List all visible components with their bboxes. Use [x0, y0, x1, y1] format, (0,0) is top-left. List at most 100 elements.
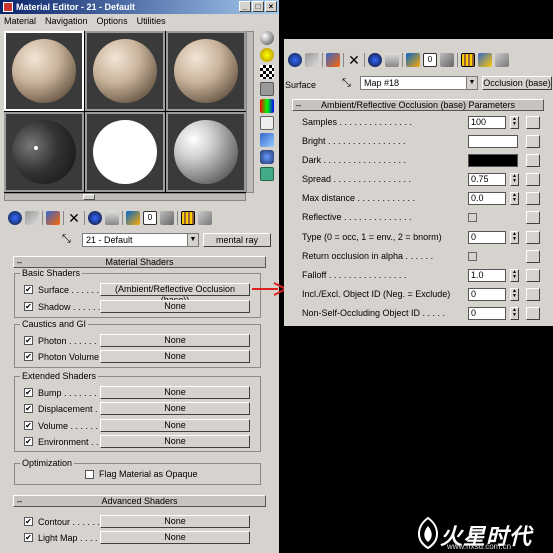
- go-to-parent-icon[interactable]: [461, 53, 475, 67]
- backlight-icon[interactable]: [260, 48, 274, 62]
- sample-slot[interactable]: [166, 31, 246, 111]
- put-to-library-icon[interactable]: [105, 211, 119, 225]
- map-slot-button[interactable]: [526, 116, 540, 129]
- show-map-icon[interactable]: 0: [143, 211, 157, 225]
- displacement-shader-button[interactable]: None: [100, 402, 250, 415]
- surface-shader-button[interactable]: (Ambient/Reflective Occlusion (base)): [100, 283, 250, 305]
- occlusion-parameters-rollout[interactable]: – Ambient/Reflective Occlusion (base) Par…: [292, 99, 544, 111]
- material-navigator-icon[interactable]: [495, 53, 509, 67]
- close-button[interactable]: ×: [265, 1, 277, 12]
- sample-slot[interactable]: [85, 31, 165, 111]
- menu-navigation[interactable]: Navigation: [45, 14, 88, 28]
- spinner-arrows-icon[interactable]: ▲ ▼: [510, 173, 519, 186]
- spinner-arrows-icon[interactable]: ▲ ▼: [510, 269, 519, 282]
- show-map-icon[interactable]: 0: [423, 53, 437, 67]
- put-to-scene-icon[interactable]: [305, 53, 319, 67]
- options-icon[interactable]: [260, 133, 274, 147]
- make-unique-icon[interactable]: [88, 211, 102, 225]
- light-map-shader-button[interactable]: None: [100, 531, 250, 544]
- dark-color-swatch[interactable]: [468, 154, 518, 167]
- menu-options[interactable]: Options: [97, 14, 128, 28]
- spinner-arrows-icon[interactable]: ▲ ▼: [510, 307, 519, 320]
- shadow-checkbox[interactable]: ✔: [24, 302, 33, 311]
- samples-spinner[interactable]: 100: [468, 116, 506, 129]
- incl-excl-spinner[interactable]: 0: [468, 288, 506, 301]
- reset-map-icon[interactable]: ✕: [347, 53, 361, 67]
- photon-checkbox[interactable]: ✔: [24, 336, 33, 345]
- slots-horizontal-scrollbar[interactable]: [4, 193, 246, 201]
- select-by-material-icon[interactable]: [260, 150, 274, 164]
- assign-material-icon[interactable]: [46, 211, 60, 225]
- sample-slot[interactable]: [85, 112, 165, 192]
- put-to-library-icon[interactable]: [385, 53, 399, 67]
- make-preview-icon[interactable]: [260, 116, 274, 130]
- spinner-arrows-icon[interactable]: ▲ ▼: [510, 116, 519, 129]
- reset-map-icon[interactable]: ✕: [67, 211, 81, 225]
- map-slot-button[interactable]: [526, 288, 540, 301]
- background-icon[interactable]: [260, 65, 274, 79]
- get-material-icon[interactable]: [288, 53, 302, 67]
- type-spinner[interactable]: 0: [468, 231, 506, 244]
- reflective-checkbox[interactable]: [468, 213, 477, 222]
- volume-shader-button[interactable]: None: [100, 419, 250, 432]
- spread-spinner[interactable]: 0.75: [468, 173, 506, 186]
- map-slot-button[interactable]: [526, 231, 540, 244]
- non-self-occluding-spinner[interactable]: 0: [468, 307, 506, 320]
- environment-checkbox[interactable]: ✔: [24, 437, 33, 446]
- environment-shader-button[interactable]: None: [100, 435, 250, 448]
- make-unique-icon[interactable]: [368, 53, 382, 67]
- bump-shader-button[interactable]: None: [100, 386, 250, 399]
- menu-utilities[interactable]: Utilities: [137, 14, 166, 28]
- falloff-spinner[interactable]: 1.0: [468, 269, 506, 282]
- material-shaders-rollout[interactable]: – Material Shaders: [13, 256, 266, 268]
- sample-slot[interactable]: [166, 112, 246, 192]
- material-navigator-icon[interactable]: [260, 167, 274, 181]
- material-type-button[interactable]: mental ray: [203, 233, 271, 247]
- return-alpha-checkbox[interactable]: [468, 252, 477, 261]
- material-name-field[interactable]: 21 - Default ▼: [82, 233, 199, 247]
- spinner-arrows-icon[interactable]: ▲ ▼: [510, 231, 519, 244]
- map-slot-button[interactable]: [526, 192, 540, 205]
- show-end-result-icon[interactable]: [160, 211, 174, 225]
- shadow-shader-button[interactable]: None: [100, 300, 250, 313]
- map-slot-button[interactable]: [526, 307, 540, 320]
- flag-opaque-checkbox[interactable]: [85, 469, 94, 479]
- sample-slot[interactable]: [4, 31, 84, 111]
- volume-checkbox[interactable]: ✔: [24, 421, 33, 430]
- slots-vertical-scrollbar[interactable]: [246, 31, 254, 193]
- map-slot-button[interactable]: [526, 269, 540, 282]
- advanced-shaders-rollout[interactable]: – Advanced Shaders: [13, 495, 266, 507]
- menu-material[interactable]: Material: [4, 14, 36, 28]
- maximize-button[interactable]: □: [252, 1, 264, 12]
- sample-type-icon[interactable]: [260, 31, 274, 45]
- light-map-checkbox[interactable]: ✔: [24, 533, 33, 542]
- surface-checkbox[interactable]: ✔: [24, 285, 33, 294]
- material-effects-channel-icon[interactable]: [126, 211, 140, 225]
- map-name-field[interactable]: Map #18 ▼: [360, 76, 478, 90]
- map-slot-button[interactable]: [526, 250, 540, 263]
- put-to-scene-icon[interactable]: [25, 211, 39, 225]
- material-effects-channel-icon[interactable]: [406, 53, 420, 67]
- bright-color-swatch[interactable]: [468, 135, 518, 148]
- get-material-icon[interactable]: [8, 211, 22, 225]
- map-type-button[interactable]: Occlusion (base): [482, 76, 552, 90]
- show-end-result-icon[interactable]: [440, 53, 454, 67]
- pick-material-icon[interactable]: ⤡: [342, 77, 356, 89]
- contour-shader-button[interactable]: None: [100, 515, 250, 528]
- bump-checkbox[interactable]: ✔: [24, 388, 33, 397]
- map-slot-button[interactable]: [526, 135, 540, 148]
- photon-volume-shader-button[interactable]: None: [100, 350, 250, 363]
- map-slot-button[interactable]: [526, 173, 540, 186]
- photon-volume-checkbox[interactable]: ✔: [24, 352, 33, 361]
- max-distance-spinner[interactable]: 0.0: [468, 192, 506, 205]
- spinner-arrows-icon[interactable]: ▲ ▼: [510, 192, 519, 205]
- pick-material-icon[interactable]: ⤡: [62, 233, 76, 245]
- minimize-button[interactable]: _: [239, 1, 251, 12]
- map-slot-button[interactable]: [526, 211, 540, 224]
- go-forward-sibling-icon[interactable]: [198, 211, 212, 225]
- go-forward-sibling-icon[interactable]: [478, 53, 492, 67]
- assign-material-icon[interactable]: [326, 53, 340, 67]
- video-color-check-icon[interactable]: [260, 99, 274, 113]
- contour-checkbox[interactable]: ✔: [24, 517, 33, 526]
- uv-tiling-icon[interactable]: [260, 82, 274, 96]
